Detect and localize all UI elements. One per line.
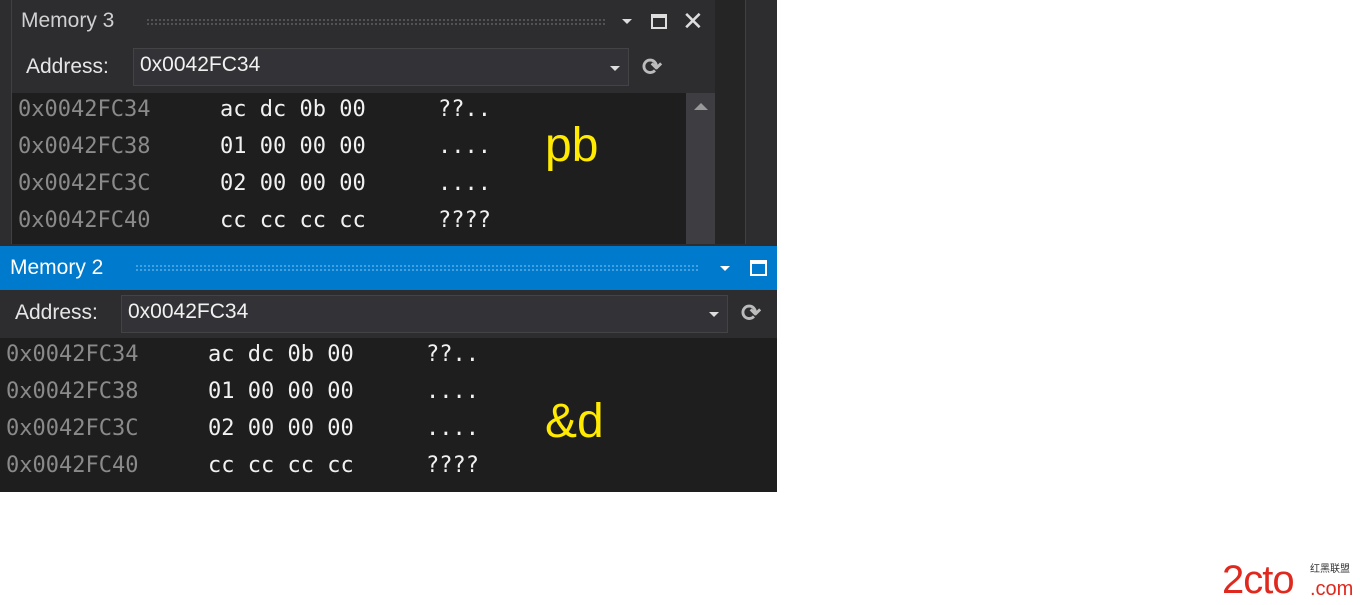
memory2-panel: Memory 2 Address: 0x0042FC34 ⟳ 0x0042FC3…	[0, 244, 777, 492]
vertical-scrollbar[interactable]	[686, 93, 715, 244]
close-icon[interactable]: ✕	[682, 6, 704, 37]
address-dropdown-icon[interactable]	[610, 66, 620, 71]
side-panel	[745, 0, 777, 244]
refresh-icon[interactable]: ⟳	[642, 53, 662, 82]
address-dropdown-icon[interactable]	[709, 312, 719, 317]
left-gutter	[0, 0, 12, 244]
annotation-pb: pb	[545, 119, 599, 172]
annotation-d: &d	[545, 395, 604, 448]
drag-grip[interactable]	[146, 18, 606, 26]
memory-row: 0x0042FC40 cc cc cc cc????	[6, 453, 479, 478]
refresh-icon[interactable]: ⟳	[741, 299, 761, 328]
memory3-title: Memory 3	[21, 9, 115, 32]
address-label: Address:	[26, 55, 109, 78]
memory-row: 0x0042FC34 ac dc 0b 00??..	[6, 342, 479, 367]
memory-row: 0x0042FC40 cc cc cc cc????	[18, 208, 491, 233]
address-value: 0x0042FC34	[128, 300, 249, 323]
memory-row: 0x0042FC3C 02 00 00 00....	[6, 416, 479, 441]
maximize-icon[interactable]	[750, 260, 767, 276]
memory-row: 0x0042FC34 ac dc 0b 00??..	[18, 97, 491, 122]
watermark-logo: 2cto .com 红黑联盟	[1222, 558, 1354, 602]
drag-grip[interactable]	[135, 264, 700, 272]
address-value: 0x0042FC34	[140, 53, 261, 76]
memory2-title: Memory 2	[10, 256, 104, 279]
maximize-icon[interactable]	[651, 14, 667, 29]
memory3-panel: Memory 3 ✕ Address: 0x0042FC34 ⟳ 0x0042F…	[0, 0, 777, 244]
memory-row: 0x0042FC38 01 00 00 00....	[6, 379, 479, 404]
address-input[interactable]: 0x0042FC34	[121, 295, 728, 333]
splitter[interactable]	[715, 0, 745, 244]
dropdown-icon[interactable]	[720, 266, 730, 271]
memory-row: 0x0042FC3C 02 00 00 00....	[18, 171, 491, 196]
memory-row: 0x0042FC38 01 00 00 00....	[18, 134, 491, 159]
memory2-data: 0x0042FC34 ac dc 0b 00??.. 0x0042FC38 01 0…	[0, 338, 777, 492]
address-label: Address:	[15, 301, 98, 324]
dropdown-icon[interactable]	[622, 19, 632, 24]
address-input[interactable]: 0x0042FC34	[133, 48, 629, 86]
scroll-up-icon[interactable]	[693, 103, 708, 110]
